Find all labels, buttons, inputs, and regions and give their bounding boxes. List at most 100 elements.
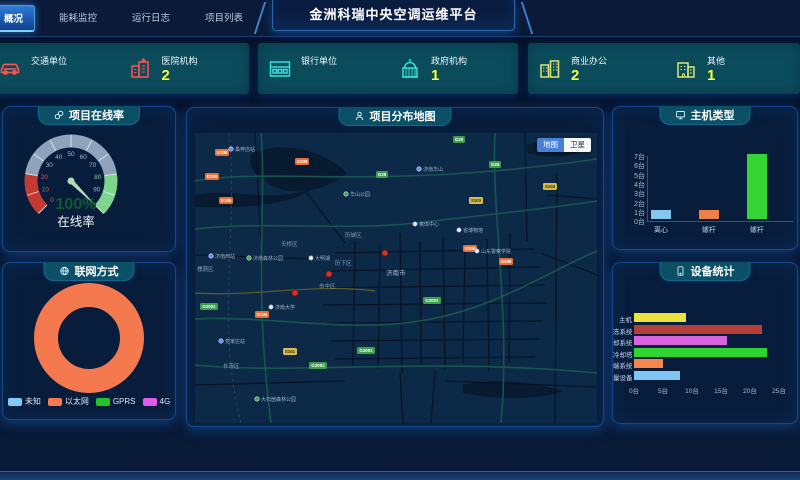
- x-category-label: 离心: [643, 225, 679, 235]
- stat-office: 商业办公 2: [528, 54, 664, 83]
- project-distribution-map[interactable]: G308 G309 G308 G105 G104 G309 G309 G35 G…: [195, 133, 597, 423]
- stat-label: 政府机构: [431, 54, 467, 67]
- legend-chip: [8, 398, 22, 406]
- bar-metering-device[interactable]: [634, 371, 680, 380]
- poi-label: 山东警察学院: [481, 248, 511, 255]
- y-axis: [647, 156, 648, 221]
- project-marker[interactable]: [292, 290, 298, 296]
- gauge-tick-20: 20: [41, 174, 49, 181]
- map-mode-button[interactable]: 地图: [537, 138, 564, 152]
- gauge-tick-10: 10: [42, 186, 50, 193]
- bar-cooling-tower[interactable]: [634, 348, 767, 357]
- stat-label: 医院机构: [162, 54, 198, 67]
- road-badge: G309: [207, 174, 218, 179]
- stat-transport: 交通单位: [0, 54, 119, 83]
- tab-energy-monitor[interactable]: 能耗监控: [48, 5, 108, 32]
- road-badge: S103: [471, 198, 482, 203]
- panel-title-text: 联网方式: [75, 263, 119, 279]
- gauge-tick-60: 60: [80, 154, 88, 161]
- link-icon: [54, 110, 64, 120]
- stat-value: 1: [707, 69, 725, 83]
- x-category-label: 螺杆: [691, 225, 727, 235]
- stat-value: 2: [571, 69, 607, 83]
- project-map-panel: 项目分布地图 G308 G309 G308 G105 G104: [186, 107, 604, 427]
- poi-label: 大明湖: [315, 255, 330, 262]
- top-navigation-bar: 概况 能耗监控 运行日志 项目列表 视频监控 金洲科瑞中央空调运维平台: [0, 0, 800, 37]
- tab-run-log[interactable]: 运行日志: [121, 5, 181, 32]
- legend-chip: [48, 398, 62, 406]
- poi-label: 党家庄站: [225, 338, 245, 345]
- bar-terminal-system[interactable]: [634, 359, 663, 368]
- bar-host[interactable]: [634, 313, 686, 322]
- online-rate-panel-title: 项目在线率: [38, 106, 140, 125]
- row-label: 冷却塔: [613, 349, 632, 359]
- legend-item-gprs[interactable]: GPRS: [96, 397, 136, 406]
- satellite-mode-button[interactable]: 卫星: [564, 138, 591, 152]
- x-tick: 10台: [682, 385, 702, 395]
- hospital-icon: [129, 57, 153, 81]
- road-badge: G20: [455, 137, 464, 142]
- x-category-label: 螺杆: [739, 225, 775, 235]
- gauge-tick-50: 50: [67, 151, 75, 158]
- legend-item-unknown[interactable]: 未知: [8, 396, 41, 407]
- project-marker[interactable]: [326, 271, 332, 277]
- tab-project-list[interactable]: 项目列表: [194, 5, 254, 32]
- road-badge: G308: [297, 159, 308, 164]
- poi-label: 奥体中心: [419, 221, 439, 228]
- bar-centrifugal[interactable]: [651, 210, 671, 219]
- x-tick: 15台: [711, 385, 731, 395]
- stat-label: 银行单位: [301, 54, 337, 67]
- stat-label: 交通单位: [31, 54, 67, 67]
- district-label: 市中区: [319, 282, 336, 290]
- online-rate-panel: 项目在线率 0 10 20 30 40 50 60 70 80 90 100% …: [2, 106, 176, 252]
- road-badge: G2001: [311, 363, 325, 368]
- stat-government: 政府机构 1: [388, 54, 518, 83]
- device-stats-bar-chart: 主机 冻系统 却系统 冷却塔 端系统 量设备 0台 5台 10台 15台 20台…: [613, 263, 797, 423]
- bottom-accent-strip: [0, 471, 800, 480]
- bar-cooling-system[interactable]: [634, 336, 727, 345]
- road-badge: G35: [378, 172, 387, 177]
- x-axis: [647, 221, 793, 222]
- online-rate-gauge: 0 10 20 30 40 50 60 70 80 90 100% 在线率: [3, 125, 177, 253]
- road-badge: G104: [257, 312, 268, 317]
- map-panel-title: 项目分布地图: [339, 107, 452, 126]
- host-type-panel: 主机类型 7台 6台 5台 4台 3台 2台 1台 0台 离心 螺杆 螺杆: [612, 106, 798, 250]
- row-label: 端系统: [613, 360, 632, 370]
- y-tick: 6台: [619, 161, 645, 171]
- donut-ring-ethernet: [46, 295, 132, 381]
- bar-screw-2[interactable]: [747, 154, 767, 219]
- poi-label: 大石崮森林公园: [261, 396, 296, 403]
- district-label: 槐荫区: [197, 265, 214, 273]
- car-icon: [0, 57, 22, 81]
- stat-value: [31, 69, 67, 83]
- tab-overview[interactable]: 概况: [0, 5, 35, 32]
- bar-chilled-system[interactable]: [634, 325, 762, 334]
- legend-item-ethernet[interactable]: 以太网: [48, 396, 89, 407]
- poi-label: 省博物馆: [463, 227, 483, 234]
- legend-item-4g[interactable]: 4G: [143, 397, 171, 406]
- stat-label: 商业办公: [571, 54, 607, 67]
- row-label: 量设备: [613, 372, 632, 382]
- office-icon: [538, 57, 562, 81]
- network-legend: 未知 以太网 GPRS 4G: [3, 396, 175, 407]
- stat-value: 2: [162, 69, 198, 83]
- bar-screw-1[interactable]: [699, 210, 719, 219]
- poi-label: 济南华山: [423, 166, 443, 173]
- stat-value: [301, 69, 337, 83]
- project-marker[interactable]: [382, 250, 388, 256]
- bank-icon: [268, 57, 292, 81]
- gauge-tick-80: 80: [94, 174, 102, 181]
- map-type-switch: 地图 卫星: [537, 138, 591, 152]
- stat-card-office-other: 商业办公 2 其他 1: [528, 43, 800, 94]
- road-badge: G309: [465, 246, 476, 251]
- row-label: 主机: [613, 314, 632, 324]
- district-label: 历城区: [345, 232, 362, 239]
- row-label: 却系统: [613, 337, 632, 347]
- legend-label: 未知: [25, 396, 41, 407]
- poi-label: 济南西站: [215, 253, 235, 260]
- legend-chip: [143, 398, 157, 406]
- stat-hospital: 医院机构 2: [119, 54, 250, 83]
- gauge-tick-0: 0: [50, 197, 54, 204]
- road-badge: G35: [491, 162, 500, 167]
- poi-label: 济南大学: [275, 304, 295, 311]
